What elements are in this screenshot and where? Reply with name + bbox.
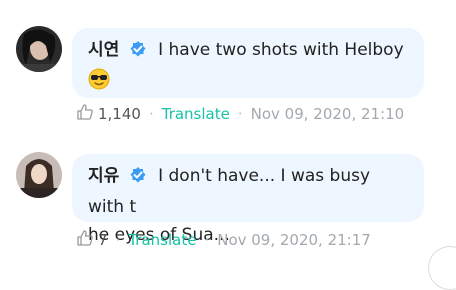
avatar[interactable] [16, 152, 62, 198]
verified-badge-icon [129, 165, 147, 193]
translate-button[interactable]: Translate [162, 105, 230, 123]
translate-button[interactable]: Translate [128, 231, 196, 249]
comment-text: I have two shots with Helboy [158, 40, 404, 60]
refresh-button[interactable] [428, 246, 456, 290]
separator-dot: · [148, 105, 154, 123]
comment-bubble: 지유 I don't have... I was busy with t he … [72, 154, 424, 245]
comment-date: Nov 09, 2020, 21:17 [217, 231, 371, 249]
comment-date: Nov 09, 2020, 21:10 [250, 105, 405, 123]
verified-badge-icon [129, 39, 147, 67]
comment-meta: 7 · Translate · Nov 09, 2020, 21:17 [76, 230, 371, 250]
avatar[interactable] [16, 26, 62, 72]
comment-meta: 1,140 · Translate · Nov 09, 2020, 21:10 [76, 104, 404, 124]
like-count: 7 [98, 231, 108, 249]
like-count: 1,140 [98, 105, 141, 123]
sunglasses-emoji-icon [88, 68, 110, 99]
like-icon[interactable] [76, 103, 94, 125]
author-name[interactable]: 시연 [88, 40, 119, 60]
separator-dot: · [237, 105, 243, 123]
like-icon[interactable] [76, 229, 94, 251]
comment-bubble: 시연 I have two shots with Helboy [72, 28, 424, 98]
separator-dot: · [115, 231, 121, 249]
author-name[interactable]: 지유 [88, 166, 119, 186]
separator-dot: · [204, 231, 210, 249]
